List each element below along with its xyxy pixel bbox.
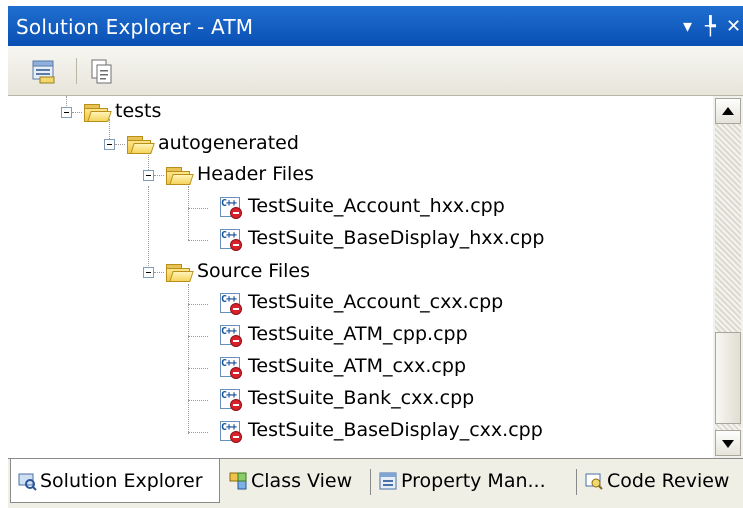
scroll-down-button[interactable] [715, 430, 741, 456]
tree-connector [154, 175, 164, 176]
code-review-icon [584, 471, 604, 491]
tree-connector [188, 400, 208, 401]
tree-connector [66, 96, 67, 106]
toolbar [8, 46, 743, 96]
tree-connector [188, 240, 208, 241]
tree-connector [154, 272, 164, 273]
tree-connector [188, 304, 208, 305]
tab-label: Class View [251, 470, 353, 492]
arrow-down-icon [722, 440, 734, 448]
tree-connector [188, 186, 189, 240]
scroll-thumb[interactable] [715, 332, 741, 424]
cpp-file-icon: C++ [220, 197, 242, 219]
pin-icon[interactable]: ╄ [705, 16, 716, 37]
cpp-file-icon: C++ [220, 357, 242, 379]
tree-item-tests[interactable]: tests [115, 100, 161, 122]
tree-item-file[interactable]: TestSuite_Account_cxx.cpp [248, 291, 503, 313]
tree-connector [148, 186, 149, 266]
folder-open-icon [84, 102, 112, 122]
tree-connector [188, 368, 208, 369]
dropdown-arrow-icon[interactable]: ▾ [683, 16, 692, 37]
show-all-files-button[interactable] [88, 57, 116, 85]
tree-connector [188, 432, 208, 433]
tree-connector [109, 119, 110, 141]
folder-open-icon [166, 262, 194, 282]
property-manager-icon [378, 471, 398, 491]
tree-item-source-files[interactable]: Source Files [197, 260, 310, 282]
tree-item-file[interactable]: TestSuite_BaseDisplay_hxx.cpp [248, 227, 544, 249]
tab-label: Property Man... [401, 470, 546, 492]
solution-tree: tests autogenerated Header Files C++ Tes… [8, 96, 713, 458]
cpp-file-icon: C++ [220, 229, 242, 251]
tab-code-review[interactable]: Code Review [578, 459, 743, 503]
collapse-toggle-autogenerated[interactable] [104, 139, 115, 150]
cpp-file-icon: C++ [220, 389, 242, 411]
title-bar: Solution Explorer - ATM ▾ ╄ ✕ [8, 6, 743, 46]
tree-connector [72, 112, 82, 113]
vertical-scrollbar[interactable] [713, 96, 743, 458]
tab-class-view[interactable]: Class View [222, 459, 368, 503]
scroll-up-button[interactable] [715, 98, 741, 124]
tree-connector [188, 208, 208, 209]
close-icon[interactable]: ✕ [726, 16, 741, 37]
tree-connector [188, 336, 208, 337]
cpp-file-icon: C++ [220, 325, 242, 347]
tree-connector [188, 284, 189, 434]
arrow-up-icon [722, 107, 734, 115]
toolbar-separator [76, 58, 77, 84]
folder-open-icon [127, 134, 155, 154]
window-title: Solution Explorer - ATM [16, 15, 254, 39]
tree-item-file[interactable]: TestSuite_ATM_cpp.cpp [248, 323, 468, 345]
tree-item-header-files[interactable]: Header Files [197, 163, 314, 185]
collapse-toggle-source-files[interactable] [143, 267, 154, 278]
tree-connector [115, 144, 125, 145]
tab-separator [370, 469, 371, 495]
collapse-toggle-header-files[interactable] [143, 170, 154, 181]
tree-item-file[interactable]: TestSuite_Account_hxx.cpp [248, 195, 505, 217]
tab-property-manager[interactable]: Property Man... [372, 459, 572, 503]
properties-icon [32, 60, 55, 84]
folder-open-icon [166, 165, 194, 185]
properties-button[interactable] [30, 57, 58, 85]
tab-label: Code Review [607, 470, 730, 492]
show-all-files-icon [91, 59, 112, 84]
collapse-toggle-tests[interactable] [61, 107, 72, 118]
class-view-icon [228, 471, 248, 491]
tab-solution-explorer[interactable]: Solution Explorer [10, 459, 220, 503]
tree-item-file[interactable]: TestSuite_Bank_cxx.cpp [248, 387, 474, 409]
tree-item-autogenerated[interactable]: autogenerated [158, 132, 299, 154]
cpp-file-icon: C++ [220, 421, 242, 443]
cpp-file-icon: C++ [220, 293, 242, 315]
tab-separator [576, 469, 577, 495]
tool-window-tabs: Solution Explorer Class View Property Ma… [8, 458, 743, 508]
tab-label: Solution Explorer [40, 469, 203, 492]
tree-item-file[interactable]: TestSuite_BaseDisplay_cxx.cpp [248, 419, 543, 441]
solution-explorer-icon [17, 471, 37, 491]
tree-item-file[interactable]: TestSuite_ATM_cxx.cpp [248, 355, 466, 377]
